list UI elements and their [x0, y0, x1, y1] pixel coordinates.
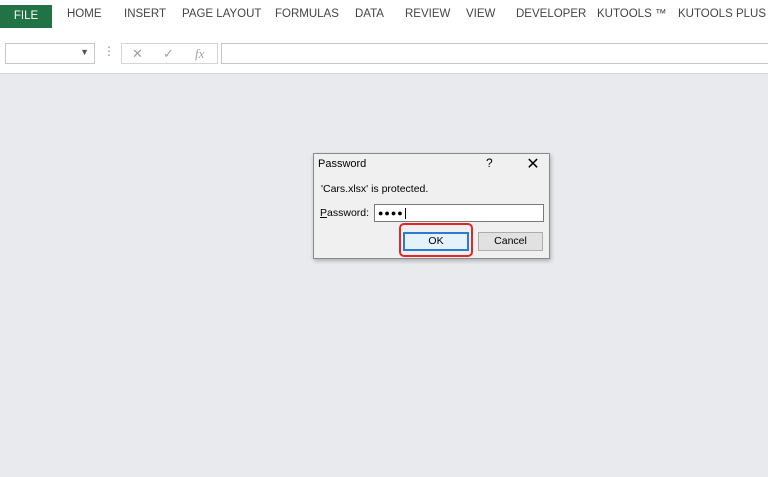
tab-kutools-plus[interactable]: KUTOOLS PLUS [678, 0, 766, 29]
formula-buttons: ✕ ✓ fx [121, 43, 218, 64]
close-icon[interactable]: ✕ [522, 154, 544, 174]
password-label: Password: [320, 207, 369, 219]
tab-kutools[interactable]: KUTOOLS ™ [597, 0, 666, 29]
tab-developer[interactable]: DEVELOPER [516, 0, 586, 29]
cancel-edit-icon[interactable]: ✕ [132, 45, 143, 63]
tab-review[interactable]: REVIEW [405, 0, 450, 29]
tab-home[interactable]: HOME [67, 0, 102, 29]
insert-function-icon[interactable]: fx [195, 45, 204, 63]
formula-bar-resize-handle[interactable]: ⋮ [103, 44, 115, 58]
help-icon[interactable]: ? [486, 156, 493, 170]
password-dialog: Password ? ✕ 'Cars.xlsx' is protected. P… [313, 153, 550, 259]
tab-file[interactable]: FILE [0, 5, 52, 28]
name-box[interactable]: ▼ [5, 43, 95, 64]
formula-bar: ▼ ⋮ ✕ ✓ fx [0, 34, 768, 74]
text-caret [404, 208, 406, 220]
ribbon-tab-bar: FILE HOME INSERT PAGE LAYOUT FORMULAS DA… [0, 0, 768, 34]
chevron-down-icon[interactable]: ▼ [80, 47, 89, 57]
password-label-hotkey: P [320, 207, 328, 219]
tab-formulas[interactable]: FORMULAS [275, 0, 339, 29]
formula-input[interactable] [221, 43, 768, 64]
confirm-edit-icon[interactable]: ✓ [163, 45, 174, 63]
dialog-title: Password [318, 158, 367, 170]
password-label-text: assword: [327, 207, 370, 219]
ok-button-highlight [399, 223, 473, 257]
protected-message: 'Cars.xlsx' is protected. [321, 183, 429, 195]
password-dots: ●●●● [378, 208, 404, 218]
password-field[interactable]: ●●●● [374, 204, 544, 222]
tab-view[interactable]: VIEW [466, 0, 495, 29]
tab-data[interactable]: DATA [355, 0, 384, 29]
tab-page-layout[interactable]: PAGE LAYOUT [182, 0, 261, 29]
cancel-button[interactable]: Cancel [478, 232, 543, 251]
tab-insert[interactable]: INSERT [124, 0, 166, 29]
